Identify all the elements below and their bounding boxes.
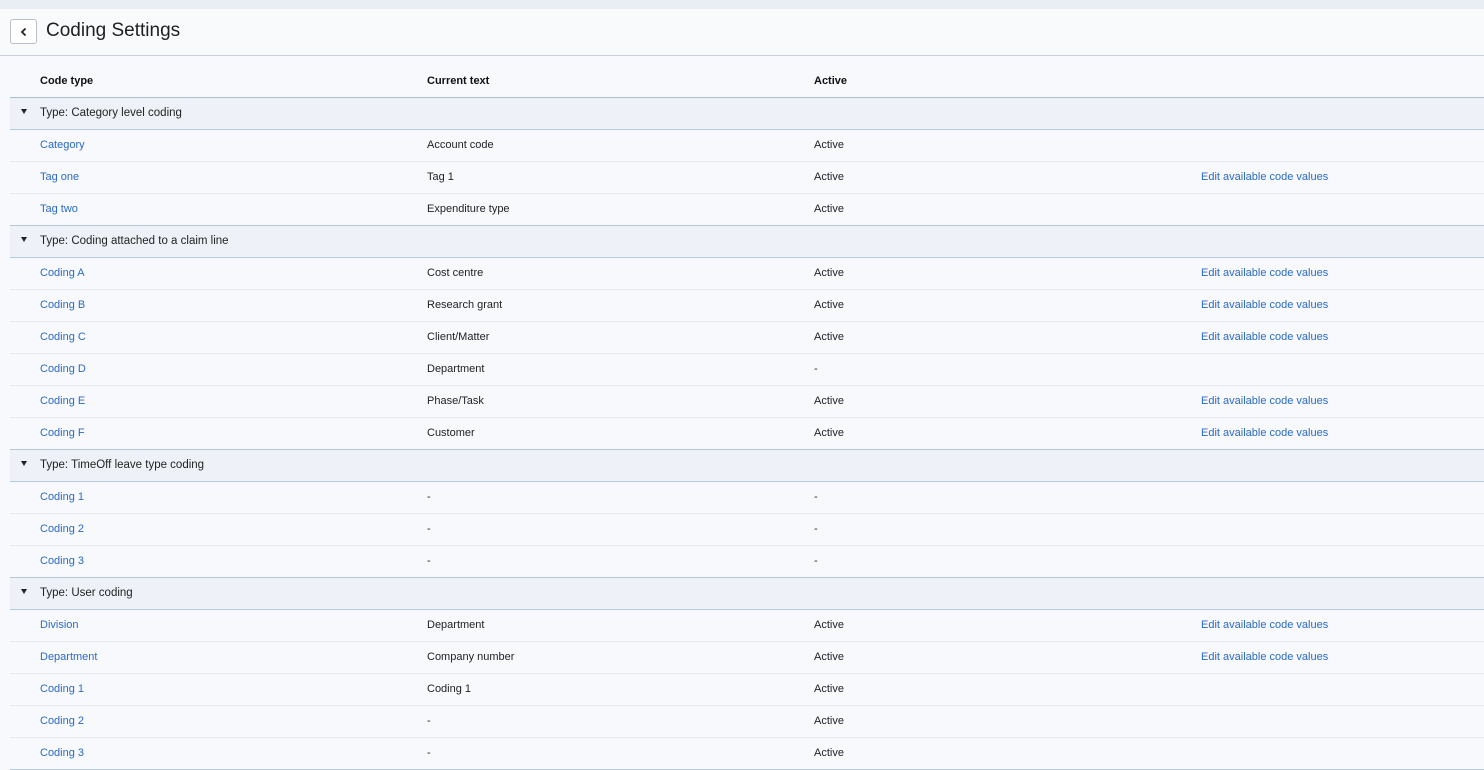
current-text-cell: Department [427, 619, 485, 631]
group-label: Type: Coding attached to a claim line [40, 235, 229, 247]
active-cell: Active [814, 747, 844, 759]
coding-table: Code type Current text Active Type: Cate… [10, 66, 1484, 770]
active-cell: Active [814, 299, 844, 311]
edit-code-values-link[interactable]: Edit available code values [1201, 651, 1328, 663]
collapse-caret-icon[interactable] [21, 109, 27, 114]
active-cell: - [814, 363, 818, 375]
code-type-link[interactable]: Coding 2 [40, 715, 84, 727]
current-text-cell: Cost centre [427, 267, 484, 279]
active-cell: Active [814, 683, 844, 695]
table-row: Tag two Expenditure type Active [10, 194, 1484, 226]
current-text-cell: Tag 1 [427, 171, 454, 183]
table-row: Coding 1 Coding 1 Active [10, 674, 1484, 706]
code-type-link[interactable]: Coding F [40, 427, 85, 439]
active-cell: Active [814, 651, 844, 663]
table-row: Coding 2 - - [10, 514, 1484, 546]
current-text-cell: Department [427, 363, 485, 375]
table-row: Coding C Client/Matter Active Edit availabl… [10, 322, 1484, 354]
code-type-link[interactable]: Coding 3 [40, 747, 84, 759]
group-row: Type: TimeOff leave type coding [10, 450, 1484, 482]
edit-code-values-link[interactable]: Edit available code values [1201, 171, 1328, 183]
current-text-cell: - [427, 523, 431, 535]
group-row: Type: Category level coding [10, 98, 1484, 130]
active-cell: Active [814, 331, 844, 343]
table-row: Tag one Tag 1 Active Edit available code va… [10, 162, 1484, 194]
group-label: Type: User coding [40, 587, 133, 599]
edit-code-values-link[interactable]: Edit available code values [1201, 427, 1328, 439]
group-label: Type: Category level coding [40, 107, 182, 119]
table-row: Coding F Customer Active Edit available cod… [10, 418, 1484, 450]
current-text-cell: Account code [427, 139, 494, 151]
table-row: Department Company number Active Edit avail… [10, 642, 1484, 674]
current-text-cell: Company number [427, 651, 515, 663]
code-type-link[interactable]: Coding 2 [40, 523, 84, 535]
code-type-link[interactable]: Coding 1 [40, 491, 84, 503]
edit-code-values-link[interactable]: Edit available code values [1201, 299, 1328, 311]
edit-code-values-link[interactable]: Edit available code values [1201, 331, 1328, 343]
code-type-link[interactable]: Department [40, 651, 97, 663]
code-type-link[interactable]: Tag one [40, 171, 79, 183]
code-type-link[interactable]: Coding A [40, 267, 85, 279]
current-text-cell: Research grant [427, 299, 503, 311]
table-row: Coding A Cost centre Active Edit available … [10, 258, 1484, 290]
table-row: Coding 3 - Active [10, 738, 1484, 770]
current-text-cell: Client/Matter [427, 331, 490, 343]
active-cell: - [814, 523, 818, 535]
edit-code-values-link[interactable]: Edit available code values [1201, 267, 1328, 279]
active-cell: Active [814, 619, 844, 631]
table-row: Coding B Research grant Active Edit availab… [10, 290, 1484, 322]
code-type-link[interactable]: Coding 3 [40, 555, 84, 567]
current-text-cell: - [427, 555, 431, 567]
table-header: Code type Current text Active [10, 66, 1484, 98]
active-cell: Active [814, 395, 844, 407]
code-type-link[interactable]: Coding C [40, 331, 86, 343]
collapse-caret-icon[interactable] [21, 589, 27, 594]
table-row: Coding E Phase/Task Active Edit available c… [10, 386, 1484, 418]
code-type-link[interactable]: Tag two [40, 203, 78, 215]
current-text-cell: - [427, 715, 431, 727]
active-cell: - [814, 555, 818, 567]
code-type-link[interactable]: Coding B [40, 299, 85, 311]
table-row: Coding 1 - - [10, 482, 1484, 514]
header-active: Active [814, 75, 848, 87]
group-row: Type: User coding [10, 578, 1484, 610]
table-row: Coding D Department - [10, 354, 1484, 386]
group-label: Type: TimeOff leave type coding [40, 459, 205, 471]
current-text-cell: - [427, 491, 431, 503]
current-text-cell: Customer [427, 427, 475, 439]
current-text-cell: - [427, 747, 431, 759]
page-header: Coding Settings [0, 9, 1484, 56]
current-text-cell: Phase/Task [427, 395, 484, 407]
active-cell: Active [814, 267, 844, 279]
collapse-caret-icon[interactable] [21, 461, 27, 466]
page-title: Coding Settings [46, 20, 181, 41]
code-type-link[interactable]: Coding 1 [40, 683, 84, 695]
back-button[interactable] [10, 19, 37, 44]
collapse-caret-icon[interactable] [21, 237, 27, 242]
table-row: Division Department Active Edit available c… [10, 610, 1484, 642]
header-code-type: Code type [40, 75, 94, 87]
code-type-link[interactable]: Category [40, 139, 85, 151]
edit-code-values-link[interactable]: Edit available code values [1201, 395, 1328, 407]
top-strip [0, 0, 1484, 9]
code-type-link[interactable]: Coding D [40, 363, 86, 375]
current-text-cell: Expenditure type [427, 203, 510, 215]
code-type-link[interactable]: Division [40, 619, 79, 631]
active-cell: - [814, 491, 818, 503]
active-cell: Active [814, 203, 844, 215]
active-cell: Active [814, 715, 844, 727]
table-row: Category Account code Active [10, 130, 1484, 162]
active-cell: Active [814, 427, 844, 439]
table-row: Coding 2 - Active [10, 706, 1484, 738]
group-row: Type: Coding attached to a claim line [10, 226, 1484, 258]
table-body: Type: Category level coding Category Accou… [10, 98, 1484, 770]
code-type-link[interactable]: Coding E [40, 395, 85, 407]
edit-code-values-link[interactable]: Edit available code values [1201, 619, 1328, 631]
active-cell: Active [814, 139, 844, 151]
header-current-text: Current text [427, 75, 490, 87]
chevron-left-icon [20, 27, 26, 36]
table-row: Coding 3 - - [10, 546, 1484, 578]
current-text-cell: Coding 1 [427, 683, 472, 695]
active-cell: Active [814, 171, 844, 183]
